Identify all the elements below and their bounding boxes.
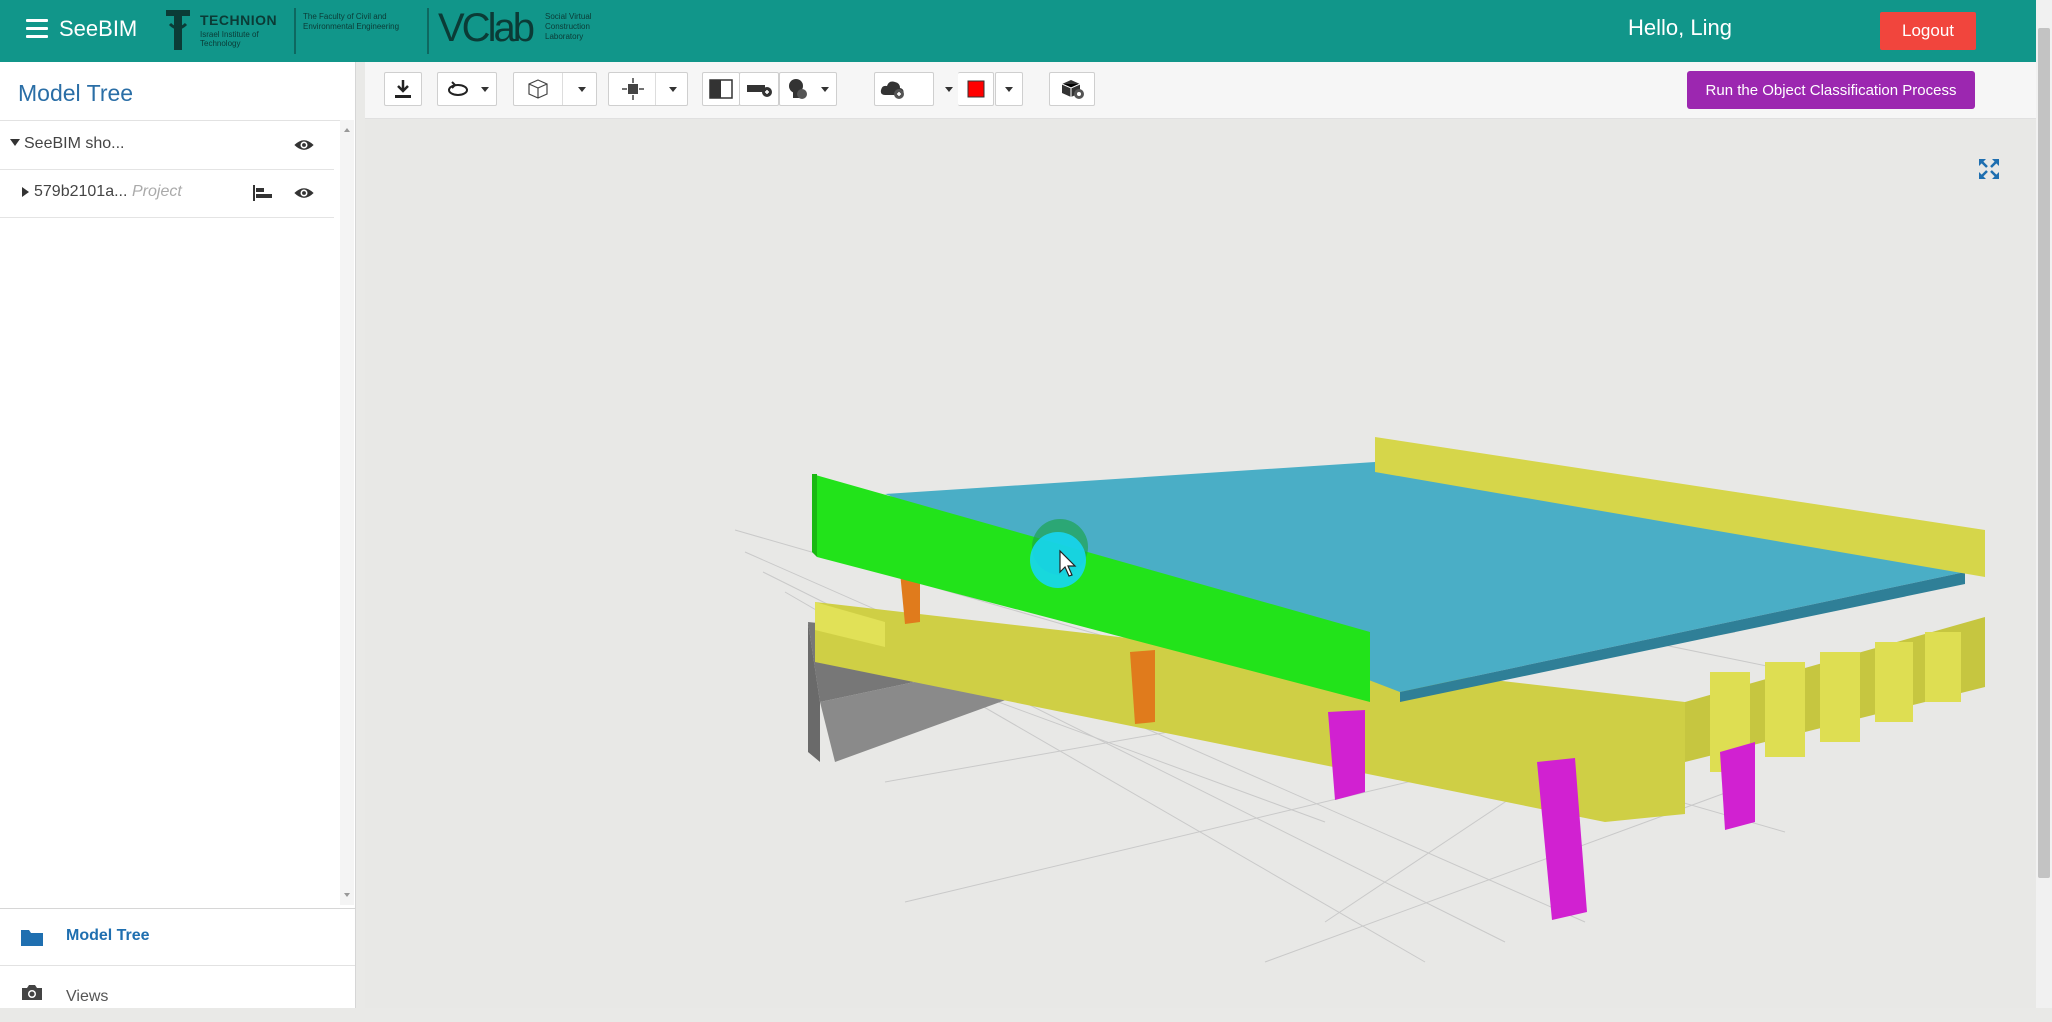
folder-icon xyxy=(21,930,43,946)
app-name[interactable]: SeeBIM xyxy=(59,16,137,42)
scroll-arrows-icon[interactable] xyxy=(340,120,354,905)
model-tree: SeeBIM sho... 579b2101a... Project xyxy=(0,120,340,971)
caret-right-icon[interactable] xyxy=(22,187,29,197)
viewer-3d[interactable]: Run the Object Classification Process xyxy=(365,62,2036,1008)
sidebar: Model Tree SeeBIM sho... 579b2101a... Pr… xyxy=(0,62,356,1008)
eye-icon[interactable] xyxy=(293,138,315,152)
nav-item-label: Views xyxy=(66,988,109,1005)
tree-item-root[interactable]: SeeBIM sho... xyxy=(0,121,334,170)
vclab-logo: VClab xyxy=(438,6,535,50)
bridge-model-scene[interactable] xyxy=(365,62,2036,1008)
technion-name: TECHNION xyxy=(200,12,278,28)
tree-scrollbar[interactable] xyxy=(340,120,354,905)
technion-subtitle: Israel Institute of Technology xyxy=(200,30,259,48)
tree-item-project[interactable]: 579b2101a... Project xyxy=(0,169,334,218)
user-greeting: Hello, Ling xyxy=(1628,15,1732,40)
page-scrollbar-thumb[interactable] xyxy=(2038,28,2050,878)
logout-button[interactable]: Logout xyxy=(1880,12,1976,50)
institution-logos: TECHNION Israel Institute of Technology … xyxy=(160,2,620,60)
tree-item-label: SeeBIM sho... xyxy=(24,135,125,152)
tree-item-label: 579b2101a... xyxy=(34,183,128,200)
sidebar-nav: Model Tree Views xyxy=(0,908,355,1009)
nav-item-label: Model Tree xyxy=(66,927,150,944)
nav-item-views[interactable]: Views xyxy=(0,965,355,1022)
caret-down-icon[interactable] xyxy=(10,139,20,146)
vclab-subtitle: Social Virtual Construction Laboratory xyxy=(545,12,592,41)
top-bar: SeeBIM TECHNION Israel Institute of Tech… xyxy=(0,0,2036,62)
nav-item-model-tree[interactable]: Model Tree xyxy=(0,909,355,965)
sidebar-title: Model Tree xyxy=(18,80,134,106)
cursor-highlight xyxy=(1030,519,1088,588)
tree-item-type: Project xyxy=(132,183,182,200)
camera-icon xyxy=(22,985,42,1000)
eye-icon[interactable] xyxy=(293,186,315,200)
align-icon[interactable] xyxy=(252,185,274,201)
faculty-label: The Faculty of Civil and Environmental E… xyxy=(303,12,400,31)
menu-icon[interactable] xyxy=(26,19,48,39)
